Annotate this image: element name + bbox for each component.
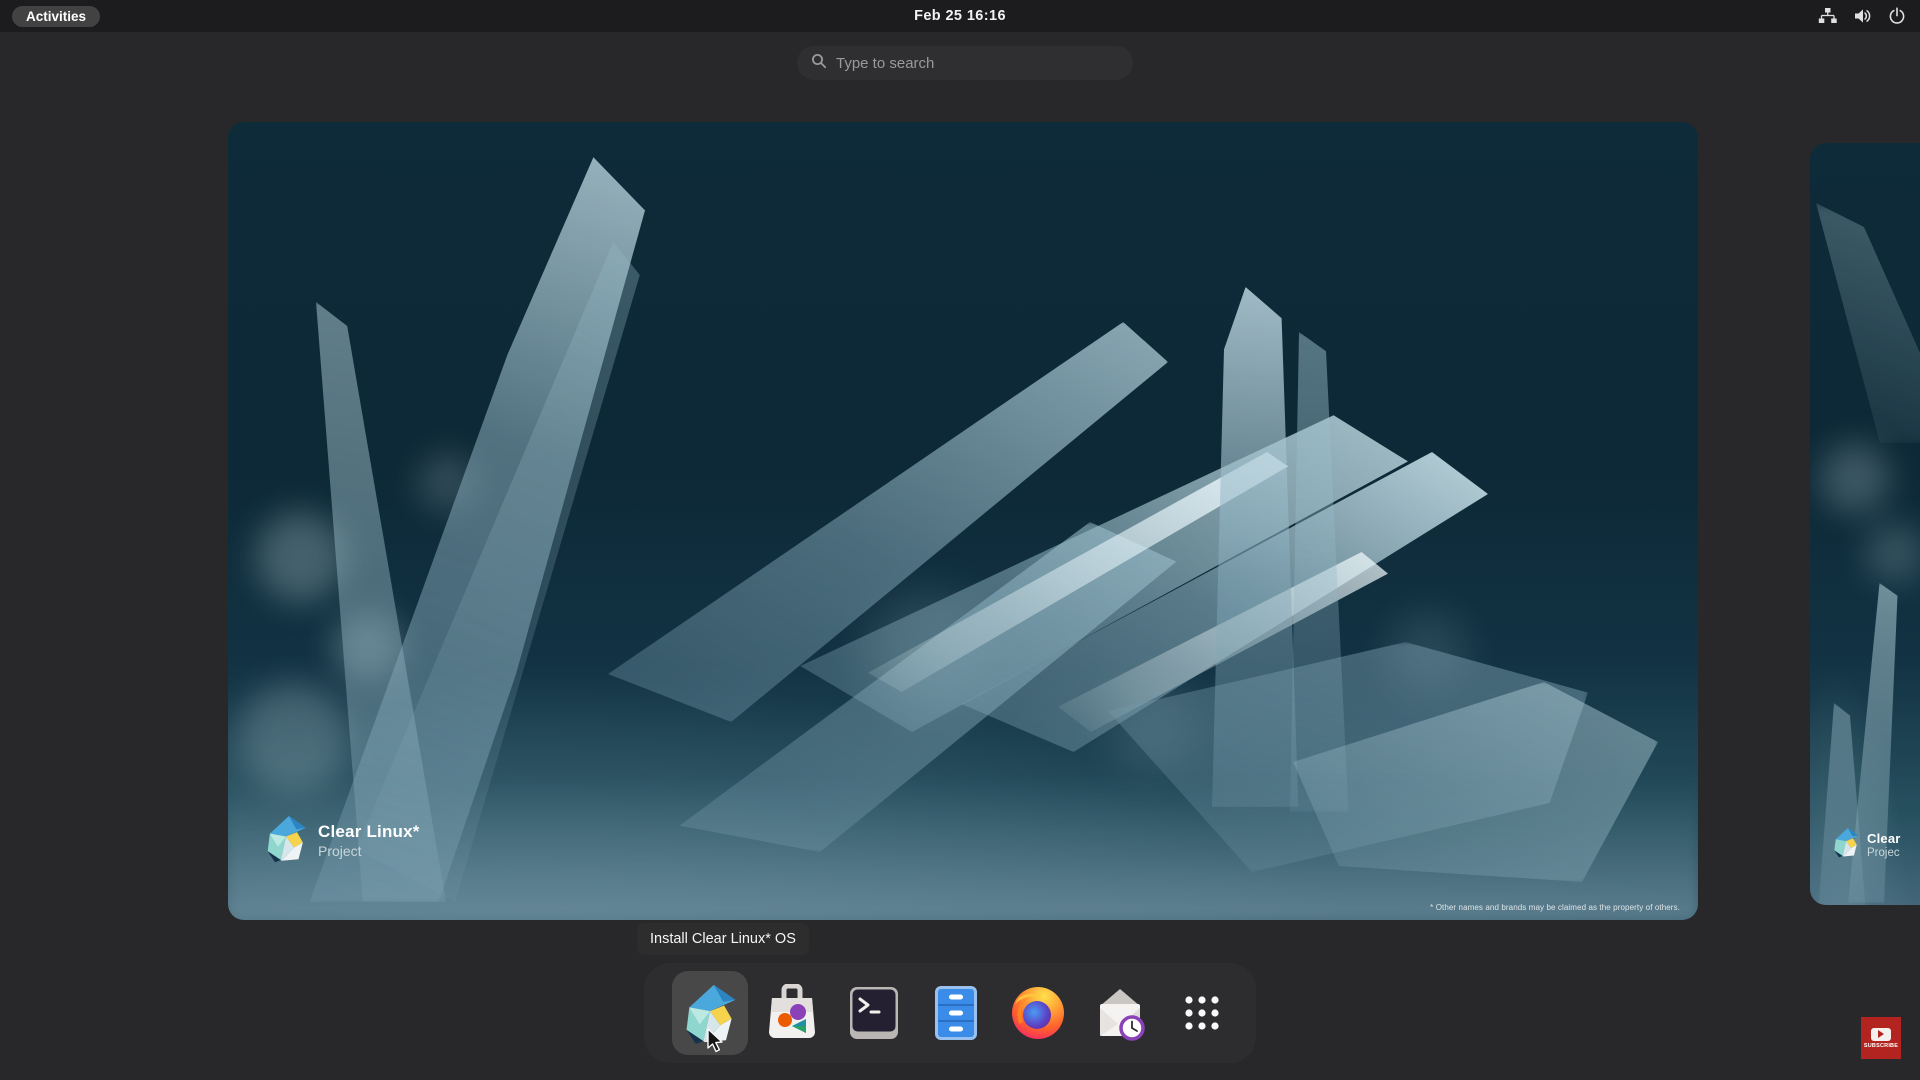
clear-linux-logo: Clear Linux* Project bbox=[264, 813, 420, 868]
youtube-play-icon bbox=[1871, 1028, 1891, 1041]
subscribe-watermark: SUBSCRIBE bbox=[1861, 1017, 1901, 1059]
clear-linux-penguin-icon bbox=[1832, 826, 1860, 863]
gnome-software-icon bbox=[764, 984, 820, 1042]
search-placeholder: Type to search bbox=[836, 55, 934, 72]
window-preview-installer[interactable]: Clear Linux* Project * Other names and b… bbox=[228, 122, 1698, 920]
system-status-area[interactable] bbox=[1818, 7, 1906, 25]
clear-linux-wallpaper: Clear Linux* Project * Other names and b… bbox=[228, 122, 1698, 920]
dock bbox=[644, 963, 1256, 1063]
subscribe-label: SUBSCRIBE bbox=[1864, 1043, 1898, 1049]
dock-tooltip: Install Clear Linux* OS bbox=[637, 923, 809, 955]
dock-item-firefox[interactable] bbox=[1000, 971, 1076, 1055]
activities-button[interactable]: Activities bbox=[12, 6, 100, 27]
clear-linux-logo-small: Clear Projec bbox=[1832, 826, 1901, 863]
search-icon bbox=[811, 53, 827, 74]
wallpaper-disclaimer: * Other names and brands may be claimed … bbox=[1430, 903, 1680, 912]
dock-item-show-applications[interactable] bbox=[1164, 971, 1240, 1055]
show-applications-icon bbox=[1176, 987, 1228, 1039]
volume-icon bbox=[1853, 7, 1872, 25]
firefox-icon bbox=[1009, 984, 1067, 1042]
top-bar: Feb 25 16:16 Activities bbox=[0, 0, 1920, 32]
clock[interactable]: Feb 25 16:16 bbox=[0, 0, 1920, 32]
evolution-mail-icon bbox=[1092, 984, 1148, 1042]
dock-item-terminal[interactable] bbox=[836, 971, 912, 1055]
clear-linux-wallpaper-partial: Clear Projec bbox=[1810, 143, 1920, 905]
wallpaper-logo-title: Clear bbox=[1867, 831, 1901, 846]
terminal-icon bbox=[847, 985, 901, 1041]
power-icon bbox=[1888, 7, 1906, 25]
network-wired-icon bbox=[1818, 7, 1837, 25]
dock-item-evolution-mail[interactable] bbox=[1082, 971, 1158, 1055]
wallpaper-logo-subtitle: Projec bbox=[1867, 847, 1901, 859]
dock-item-gnome-software[interactable] bbox=[754, 971, 830, 1055]
clear-linux-penguin-icon bbox=[264, 813, 308, 868]
dock-item-clear-linux-installer[interactable] bbox=[672, 971, 748, 1055]
window-preview-partial[interactable]: Clear Projec bbox=[1810, 143, 1920, 905]
search-input[interactable]: Type to search bbox=[797, 46, 1133, 80]
dock-item-files[interactable] bbox=[918, 971, 994, 1055]
clear-linux-installer-icon bbox=[681, 982, 739, 1044]
files-icon bbox=[933, 984, 979, 1042]
wallpaper-logo-subtitle: Project bbox=[318, 843, 420, 859]
wallpaper-logo-title: Clear Linux* bbox=[318, 822, 420, 842]
